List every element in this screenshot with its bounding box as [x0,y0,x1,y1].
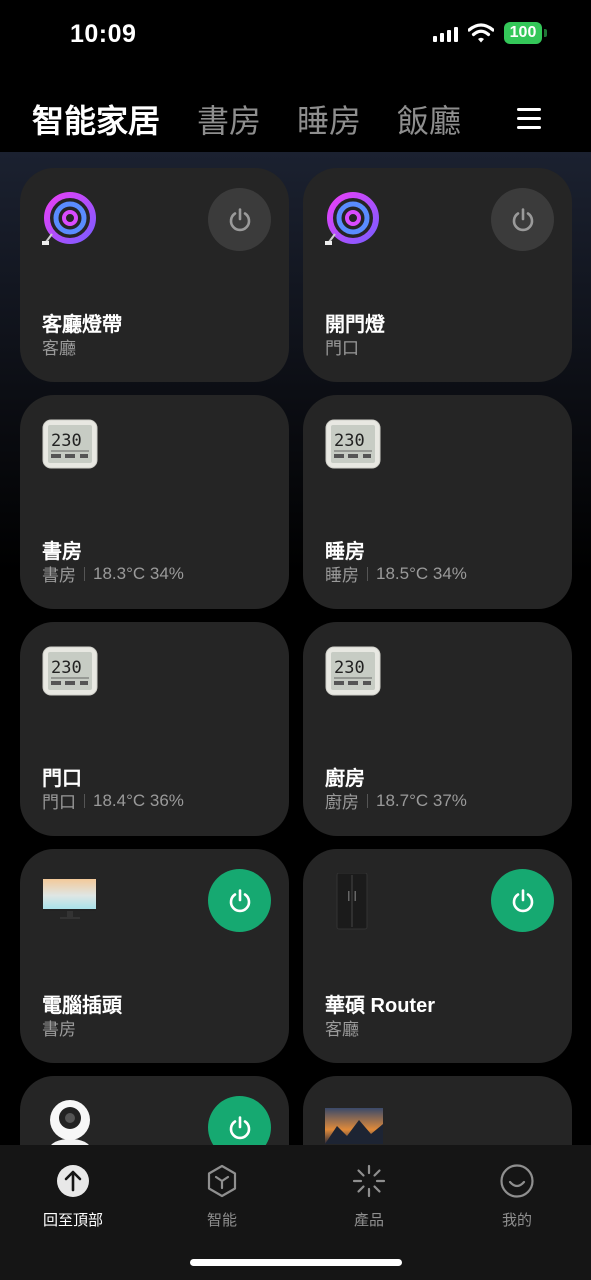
device-name: 客廳燈帶 [42,314,122,336]
cellular-signal-icon [433,24,458,42]
device-card-living-room-light-strip[interactable]: 客廳燈帶 客廳 [20,168,289,382]
display-reading: 230 [51,658,82,678]
power-button[interactable] [208,869,271,932]
home-indicator [190,1259,402,1266]
room-label: 客廳 [325,1020,359,1039]
smiley-face-icon [499,1163,535,1199]
sensor-reading: 18.3°C 34% [93,563,184,583]
power-icon [512,207,533,231]
display-reading: 230 [334,658,365,678]
status-time: 10:09 [70,20,137,48]
device-status: 門口 18.4°C 36% [42,788,184,813]
menu-icon[interactable] [517,108,541,135]
status-bar: 10:09 100 [0,0,591,70]
nav-back-to-top[interactable]: 回至頂部 [13,1163,133,1230]
monitor-icon [43,879,96,919]
device-card-kitchen-sensor[interactable]: 230 廚房 廚房 18.7°C 37% [303,622,572,836]
power-icon [512,888,533,912]
device-status: 睡房 18.5°C 34% [325,561,467,586]
power-icon [229,888,250,912]
device-card-entrance-sensor[interactable]: 230 門口 門口 18.4°C 36% [20,622,289,836]
room-label: 廚房 [325,793,359,812]
landscape-thumbnail-icon [325,1108,383,1144]
security-camera-icon [50,1100,90,1145]
power-icon [229,207,250,231]
device-room: 門口 [325,334,359,359]
refrigerator-icon [336,873,368,930]
device-room: 客廳 [42,334,76,359]
loader-icon [351,1163,387,1199]
device-name: 廚房 [325,768,365,790]
room-label: 書房 [42,1020,76,1039]
power-button[interactable] [208,1096,271,1145]
room-label: 門口 [325,339,359,358]
wifi-icon [468,23,494,43]
room-label: 書房 [42,566,76,585]
status-icons: 100 [433,22,547,44]
thermometer-hygrometer-icon: 230 [325,646,381,696]
device-name: 電腦插頭 [42,995,122,1017]
battery-icon: 100 [504,22,547,44]
nav-label: 我的 [501,1212,532,1229]
device-card-camera[interactable] [20,1076,289,1145]
device-card-door-light[interactable]: 開門燈 門口 [303,168,572,382]
power-icon [229,1115,250,1139]
battery-level: 100 [504,22,542,44]
thermometer-hygrometer-icon: 230 [325,419,381,469]
display-reading: 230 [51,431,82,451]
arrow-up-circle-icon [55,1163,91,1199]
device-status: 書房 18.3°C 34% [42,561,184,586]
power-button[interactable] [491,188,554,251]
nav-label: 產品 [353,1212,384,1229]
room-label: 門口 [42,793,76,812]
device-room: 客廳 [325,1015,359,1040]
device-card-asus-router[interactable]: 華碩 Router 客廳 [303,849,572,1063]
device-card-tv[interactable] [303,1076,572,1145]
device-name: 開門燈 [325,314,385,336]
tab-bedroom[interactable]: 睡房 [297,96,361,142]
thermometer-hygrometer-icon: 230 [42,646,98,696]
power-button[interactable] [491,869,554,932]
nav-profile[interactable]: 我的 [457,1163,577,1230]
light-strip-icon [325,192,379,245]
nav-label: 回至頂部 [42,1212,103,1229]
tab-smart-home[interactable]: 智能家居 [32,96,160,142]
room-label: 客廳 [42,339,76,358]
power-button[interactable] [208,188,271,251]
sensor-reading: 18.4°C 36% [93,790,184,810]
tab-study[interactable]: 書房 [197,96,261,142]
device-card-study-sensor[interactable]: 230 書房 書房 18.3°C 34% [20,395,289,609]
device-name: 門口 [42,768,82,790]
light-strip-icon [42,192,96,245]
sensor-reading: 18.7°C 37% [376,790,467,810]
device-room: 書房 [42,1015,76,1040]
display-reading: 230 [334,431,365,451]
hexagon-cube-icon [204,1163,240,1199]
room-label: 睡房 [325,566,359,585]
nav-label: 智能 [206,1212,237,1229]
thermometer-hygrometer-icon: 230 [42,419,98,469]
device-name: 華碩 Router [325,995,435,1017]
room-tabs: 智能家居 書房 睡房 飯廳 [0,96,591,146]
device-grid: 客廳燈帶 客廳 開門燈 門口 230 書房 書房 18.3°C 34% 230 … [0,152,591,1145]
device-status: 廚房 18.7°C 37% [325,788,467,813]
device-name: 睡房 [325,541,365,563]
nav-smart[interactable]: 智能 [162,1163,282,1230]
device-card-bedroom-sensor[interactable]: 230 睡房 睡房 18.5°C 34% [303,395,572,609]
device-card-computer-plug[interactable]: 電腦插頭 書房 [20,849,289,1063]
nav-products[interactable]: 產品 [309,1163,429,1230]
device-name: 書房 [42,541,82,563]
sensor-reading: 18.5°C 34% [376,563,467,583]
tab-dining[interactable]: 飯廳 [397,96,461,142]
